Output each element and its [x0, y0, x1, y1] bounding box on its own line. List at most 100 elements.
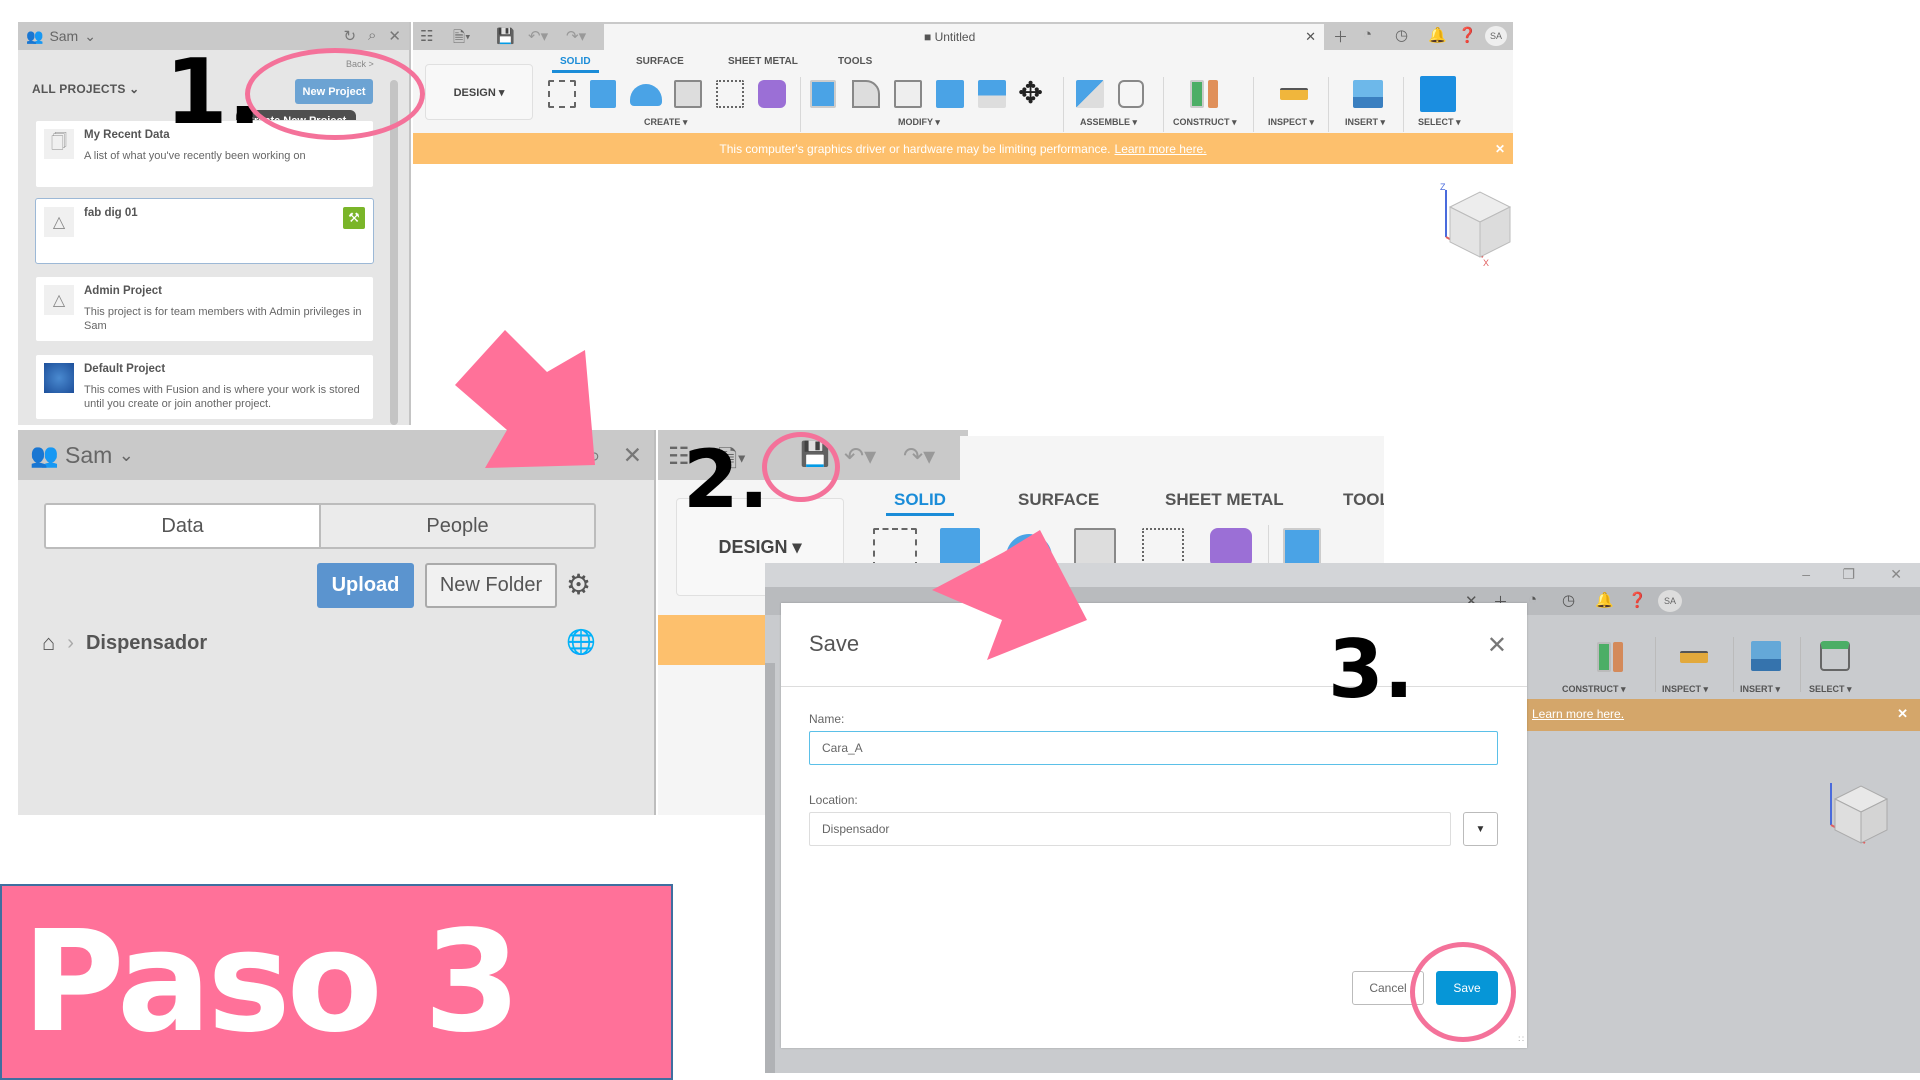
avatar[interactable]: SA: [1485, 26, 1507, 46]
project-card-admin[interactable]: △ Admin Project This project is for team…: [35, 276, 374, 342]
new-component-icon[interactable]: [1076, 80, 1104, 108]
resize-grip-icon[interactable]: ∷: [1518, 1034, 1524, 1045]
form-icon[interactable]: [1210, 528, 1252, 568]
assemble-group-label[interactable]: ASSEMBLE ▾: [1080, 117, 1137, 128]
new-tab-icon[interactable]: ＋: [1333, 26, 1348, 47]
tab-surface[interactable]: SURFACE: [636, 56, 684, 67]
close-tab-icon[interactable]: ✕: [1305, 29, 1316, 45]
measure-icon[interactable]: [1680, 651, 1708, 663]
construct-plane-icon[interactable]: [1597, 642, 1611, 672]
close-icon[interactable]: ✕: [388, 27, 401, 45]
document-tab[interactable]: ■ Untitled ✕: [604, 24, 1324, 50]
construct-group-label[interactable]: CONSTRUCT ▾: [1173, 117, 1237, 128]
home-icon[interactable]: ⌂: [42, 630, 55, 656]
minimize-icon[interactable]: –: [1802, 566, 1810, 582]
help-icon[interactable]: ❓: [1458, 26, 1477, 44]
split-body-icon[interactable]: [978, 80, 1006, 108]
extensions-icon[interactable]: ◔: [1363, 26, 1372, 43]
tab-sheet-metal[interactable]: SHEET METAL: [728, 56, 798, 67]
tab-tools[interactable]: TOOLS: [838, 56, 872, 67]
scrollbar[interactable]: [765, 663, 775, 1073]
project-card-fab-dig[interactable]: △ fab dig 01 ⚒: [35, 198, 374, 264]
all-projects-dropdown[interactable]: ALL PROJECTS ⌄: [32, 82, 139, 96]
pattern-icon[interactable]: [716, 80, 744, 108]
tab-sheet-metal[interactable]: SHEET METAL: [1165, 490, 1284, 510]
tab-solid[interactable]: SOLID: [552, 56, 599, 73]
pin-icon[interactable]: ⚒: [343, 207, 365, 229]
save-icon[interactable]: 💾: [496, 27, 515, 45]
construct-group-label[interactable]: CONSTRUCT ▾: [1562, 684, 1626, 695]
tab-data[interactable]: Data: [46, 505, 321, 547]
globe-icon[interactable]: 🌐: [566, 628, 596, 657]
avatar[interactable]: SA: [1658, 590, 1682, 612]
help-icon[interactable]: ❓: [1628, 591, 1647, 609]
job-status-icon[interactable]: ◷: [1562, 591, 1575, 609]
insert-image-icon[interactable]: [1751, 641, 1781, 671]
tab-solid[interactable]: SOLID: [886, 490, 954, 516]
view-cube[interactable]: Z X: [1438, 182, 1513, 272]
press-pull-icon[interactable]: [1283, 528, 1321, 568]
dialog-close-icon[interactable]: ✕: [1487, 631, 1507, 660]
form-icon[interactable]: [758, 80, 786, 108]
insert-group-label[interactable]: INSERT ▾: [1345, 117, 1385, 128]
joint-icon[interactable]: [1118, 80, 1144, 108]
appearance-icon[interactable]: [1820, 641, 1850, 671]
select-group-label[interactable]: SELECT ▾: [1418, 117, 1461, 128]
extrude-icon[interactable]: [590, 80, 616, 108]
upload-button[interactable]: Upload: [317, 563, 414, 608]
sketch-icon[interactable]: [873, 528, 917, 568]
restore-icon[interactable]: ❐: [1842, 566, 1855, 583]
learn-more-link[interactable]: Learn more here.: [1115, 142, 1207, 156]
fillet-icon[interactable]: [852, 80, 880, 108]
pattern-icon[interactable]: [1142, 528, 1184, 568]
insert-image-icon[interactable]: [1353, 80, 1383, 108]
shell-icon[interactable]: [894, 80, 922, 108]
view-cube[interactable]: [1825, 777, 1895, 857]
notifications-icon[interactable]: 🔔: [1595, 591, 1614, 609]
sketch-icon[interactable]: [548, 80, 576, 108]
close-warning-icon[interactable]: ✕: [1897, 706, 1908, 722]
window-close-icon[interactable]: ✕: [1890, 566, 1902, 583]
workspace-dropdown[interactable]: DESIGN ▾: [425, 64, 533, 120]
apps-grid-icon[interactable]: ☷: [420, 27, 433, 45]
hole-icon[interactable]: [674, 80, 702, 108]
refresh-icon[interactable]: ↻: [343, 27, 356, 45]
measure-icon[interactable]: [1280, 88, 1308, 100]
modify-group-label[interactable]: MODIFY ▾: [898, 117, 940, 128]
breadcrumb-location[interactable]: Dispensador: [86, 632, 207, 655]
document-tab[interactable]: [960, 436, 1384, 480]
job-status-icon[interactable]: ◷: [1395, 26, 1408, 44]
close-warning-icon[interactable]: ✕: [1495, 142, 1505, 156]
select-group-label[interactable]: SELECT ▾: [1809, 684, 1852, 695]
team-selector[interactable]: Sam: [65, 442, 112, 469]
close-icon[interactable]: ✕: [623, 442, 642, 469]
extensions-icon[interactable]: ◔: [1528, 591, 1537, 608]
tab-surface[interactable]: SURFACE: [1018, 490, 1099, 510]
redo-icon[interactable]: ↷▾: [903, 442, 935, 471]
team-selector[interactable]: 👥 Sam ⌄: [26, 28, 96, 45]
move-icon[interactable]: ✥: [1018, 76, 1043, 111]
undo-icon[interactable]: ↶▾: [528, 27, 548, 45]
construct-plane-icon[interactable]: [1190, 80, 1204, 108]
file-icon[interactable]: 🗎▾: [453, 27, 471, 52]
notifications-icon[interactable]: 🔔: [1428, 26, 1447, 44]
search-icon[interactable]: ⌕: [368, 27, 376, 45]
redo-icon[interactable]: ↷▾: [566, 27, 586, 45]
combine-icon[interactable]: [936, 80, 964, 108]
name-field[interactable]: [809, 731, 1498, 765]
select-icon[interactable]: [1420, 76, 1456, 112]
insert-group-label[interactable]: INSERT ▾: [1740, 684, 1780, 695]
scrollbar[interactable]: [390, 80, 398, 425]
new-folder-button[interactable]: New Folder: [425, 563, 557, 608]
gear-icon[interactable]: ⚙: [566, 568, 591, 601]
location-field[interactable]: Dispensador: [809, 812, 1451, 846]
undo-icon[interactable]: ↶▾: [844, 442, 876, 471]
location-dropdown-button[interactable]: ▼: [1463, 812, 1498, 846]
inspect-group-label[interactable]: INSPECT ▾: [1662, 684, 1708, 695]
learn-more-link[interactable]: Learn more here.: [1532, 707, 1624, 721]
inspect-group-label[interactable]: INSPECT ▾: [1268, 117, 1314, 128]
create-group-label[interactable]: CREATE ▾: [644, 117, 687, 128]
tab-tools[interactable]: TOOL: [1343, 490, 1384, 510]
tab-people[interactable]: People: [321, 505, 594, 547]
press-pull-icon[interactable]: [810, 80, 836, 108]
